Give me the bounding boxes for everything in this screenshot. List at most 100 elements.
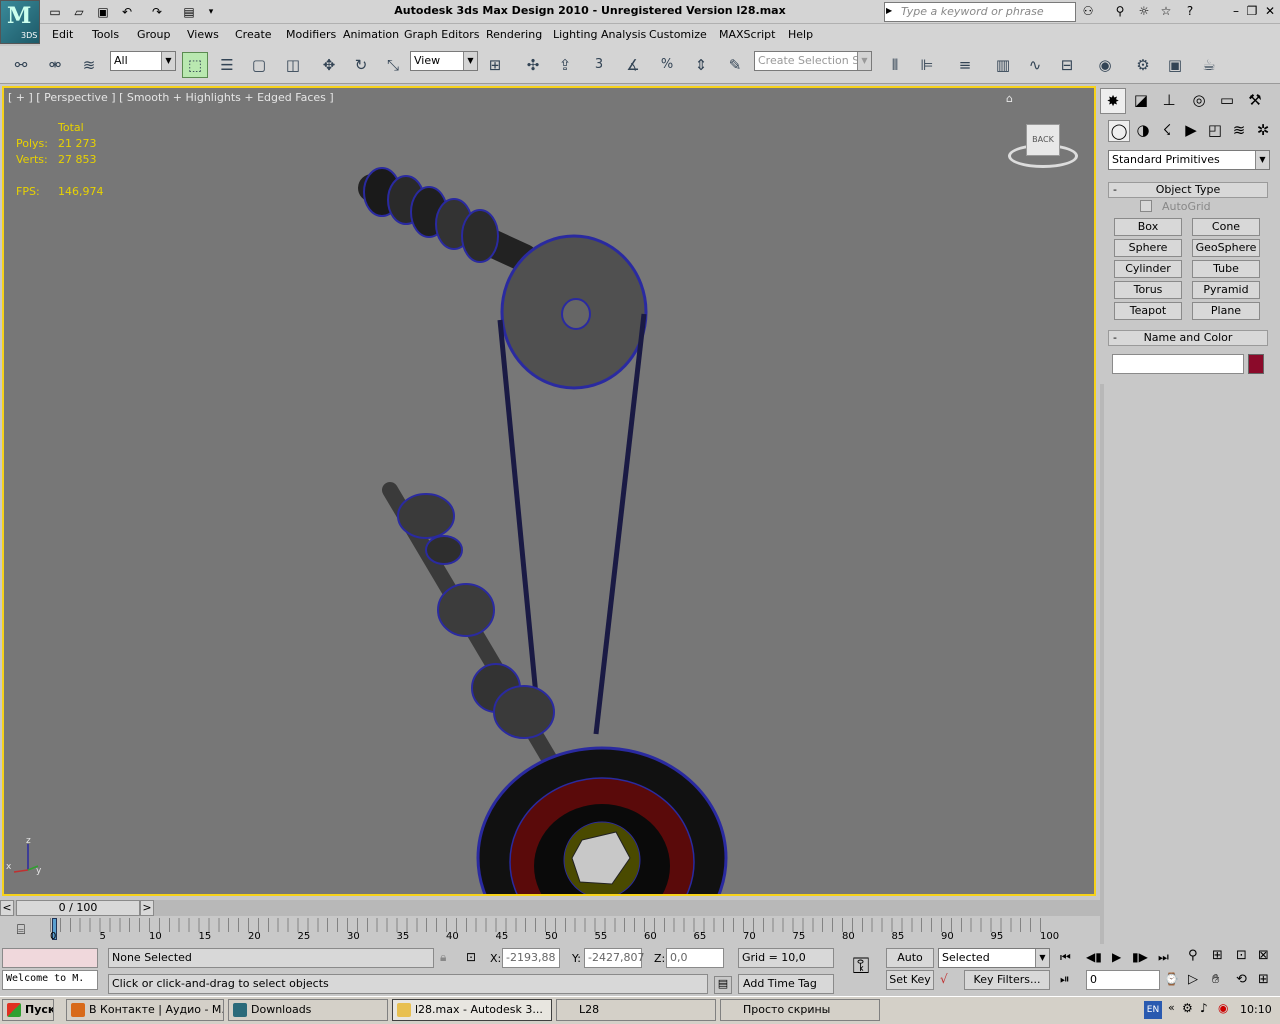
restore-icon[interactable]: ❐: [1244, 3, 1260, 19]
cylinder-button[interactable]: Cylinder: [1114, 260, 1182, 278]
reference-coordinate-dropdown[interactable]: View ▼: [410, 51, 478, 71]
z-coordinate-field[interactable]: 0,0: [666, 948, 724, 968]
default-in-out-tangent-icon[interactable]: √: [940, 972, 960, 990]
geometry-icon[interactable]: ◯: [1108, 120, 1130, 142]
object-color-swatch[interactable]: [1248, 354, 1264, 374]
redo-icon[interactable]: ↷: [148, 3, 166, 21]
set-key-button[interactable]: Set Key: [886, 970, 934, 990]
menu-lighting-analysis[interactable]: Lighting Analysis: [553, 28, 646, 41]
maxscript-mini-listener-pink[interactable]: [2, 948, 98, 968]
spinner-snap-icon[interactable]: ⇕: [688, 52, 714, 78]
tray-volume-icon[interactable]: ♪: [1200, 1001, 1208, 1015]
set-keys-key-icon[interactable]: ⚿: [842, 954, 880, 990]
motion-tab-icon[interactable]: ◎: [1186, 88, 1212, 114]
menu-create[interactable]: Create: [235, 28, 272, 41]
auto-key-button[interactable]: Auto Key: [886, 948, 934, 982]
zoom-extents-icon[interactable]: ⊡: [1236, 948, 1247, 963]
shapes-icon[interactable]: ◑: [1132, 120, 1154, 142]
help-icon[interactable]: ?: [1182, 3, 1198, 19]
select-and-rotate-icon[interactable]: ↻: [348, 52, 374, 78]
previous-frame-icon[interactable]: ◀▮: [1086, 950, 1102, 964]
helpers-icon[interactable]: ◰: [1204, 120, 1226, 142]
upper-pulley-hub[interactable]: [561, 298, 591, 330]
close-icon[interactable]: ✕: [1262, 3, 1278, 19]
maximize-viewport-icon[interactable]: ⊞: [1258, 972, 1269, 987]
key-filters-button[interactable]: Key Filters...: [964, 970, 1050, 990]
goto-end-icon[interactable]: ⏭: [1158, 950, 1169, 965]
hierarchy-tab-icon[interactable]: ⊥: [1156, 88, 1182, 114]
rendered-frame-window-icon[interactable]: ▣: [1162, 52, 1188, 78]
unlink-icon[interactable]: ⚮: [42, 52, 68, 78]
torus-button[interactable]: Torus: [1114, 281, 1182, 299]
minimize-icon[interactable]: –: [1228, 3, 1244, 19]
schematic-view-icon[interactable]: ⊟: [1054, 52, 1080, 78]
mini-curve-editor-icon[interactable]: ⌸: [8, 922, 34, 942]
object-type-rollout[interactable]: - Object Type: [1108, 182, 1268, 198]
mirror-icon[interactable]: ⫴: [882, 52, 908, 78]
application-menu-button[interactable]: M 3DS: [0, 0, 40, 44]
lock-selection-icon[interactable]: 🔒︎: [440, 950, 446, 965]
select-and-link-icon[interactable]: ⚯: [8, 52, 34, 78]
taskbar-item-3dsmax[interactable]: l28.max - Autodesk 3...: [392, 999, 552, 1021]
name-and-color-rollout[interactable]: - Name and Color: [1108, 330, 1268, 346]
taskbar-item-l28-folder[interactable]: L28: [556, 999, 716, 1021]
lower-pulley[interactable]: [476, 746, 728, 894]
tray-network-icon[interactable]: ⚙: [1182, 1001, 1193, 1015]
geosphere-button[interactable]: GeoSphere: [1192, 239, 1260, 257]
orbit-icon[interactable]: ⟲: [1236, 972, 1247, 987]
window-crossing-icon[interactable]: ◫: [280, 52, 306, 78]
quick-access-dropdown-icon[interactable]: ▾: [202, 3, 220, 21]
panel-scrollbar[interactable]: [1100, 384, 1104, 944]
select-and-scale-icon[interactable]: ⤡: [380, 52, 406, 78]
search-arrow-icon[interactable]: ▶: [886, 6, 892, 15]
display-tab-icon[interactable]: ▭: [1214, 88, 1240, 114]
named-selection-set-dropdown[interactable]: Create Selection Se ▼: [754, 51, 872, 71]
scene-geometry[interactable]: [4, 88, 1094, 894]
bind-space-warp-icon[interactable]: ≋: [76, 52, 102, 78]
key-tool-icon[interactable]: ⚲: [1112, 3, 1128, 19]
upper-camshaft[interactable]: [358, 167, 538, 272]
edit-named-selection-icon[interactable]: ✎: [722, 52, 748, 78]
sphere-button[interactable]: Sphere: [1114, 239, 1182, 257]
lights-icon[interactable]: ☇: [1156, 120, 1178, 142]
utilities-tab-icon[interactable]: ⚒: [1242, 88, 1268, 114]
undo-icon[interactable]: ↶: [118, 3, 136, 21]
viewcube-face[interactable]: BACK: [1026, 124, 1060, 156]
modify-tab-icon[interactable]: ◪: [1128, 88, 1154, 114]
language-indicator[interactable]: EN: [1144, 1001, 1162, 1019]
viewcube[interactable]: BACK: [1008, 120, 1078, 172]
cameras-icon[interactable]: ▶: [1180, 120, 1202, 142]
key-mode-dropdown[interactable]: Selected ▼: [938, 948, 1050, 968]
zoom-extents-all-icon[interactable]: ⊠: [1258, 948, 1269, 963]
menu-graph-editors[interactable]: Graph Editors: [404, 28, 480, 41]
communication-icon[interactable]: ☼: [1136, 3, 1152, 19]
menu-rendering[interactable]: Rendering: [486, 28, 542, 41]
y-coordinate-field[interactable]: -2427,807: [584, 948, 644, 968]
systems-icon[interactable]: ✲: [1252, 120, 1274, 142]
play-icon[interactable]: ▶: [1112, 950, 1121, 964]
create-tab-icon[interactable]: ✸: [1100, 88, 1126, 114]
time-slider-prev[interactable]: <: [0, 900, 14, 916]
key-mode-toggle-icon[interactable]: ⏯: [1060, 972, 1070, 987]
save-icon[interactable]: ▣: [94, 3, 112, 21]
time-configuration-icon[interactable]: ⌚: [1164, 972, 1179, 986]
render-production-icon[interactable]: ☕: [1196, 52, 1222, 78]
graphite-toggle-icon[interactable]: ▥: [990, 52, 1016, 78]
pyramid-button[interactable]: Pyramid: [1192, 281, 1260, 299]
search-input[interactable]: Type a keyword or phrase: [884, 2, 1076, 22]
field-of-view-icon[interactable]: ▷: [1188, 972, 1198, 987]
percent-snap-icon[interactable]: %: [654, 52, 680, 78]
favorites-star-icon[interactable]: ☆: [1158, 3, 1174, 19]
menu-modifiers[interactable]: Modifiers: [286, 28, 336, 41]
pan-view-icon[interactable]: ✋︎: [1212, 972, 1219, 987]
menu-help[interactable]: Help: [788, 28, 813, 41]
teapot-button[interactable]: Teapot: [1114, 302, 1182, 320]
render-setup-icon[interactable]: ⚙: [1130, 52, 1156, 78]
rectangular-selection-icon[interactable]: ▢: [246, 52, 272, 78]
x-coordinate-field[interactable]: -2193,88: [502, 948, 560, 968]
menu-edit[interactable]: Edit: [52, 28, 73, 41]
menu-group[interactable]: Group: [137, 28, 171, 41]
tray-app-icon[interactable]: ◉: [1218, 1001, 1228, 1015]
category-dropdown[interactable]: Standard Primitives ▼: [1108, 150, 1270, 170]
selection-filter-dropdown[interactable]: All ▼: [110, 51, 176, 71]
